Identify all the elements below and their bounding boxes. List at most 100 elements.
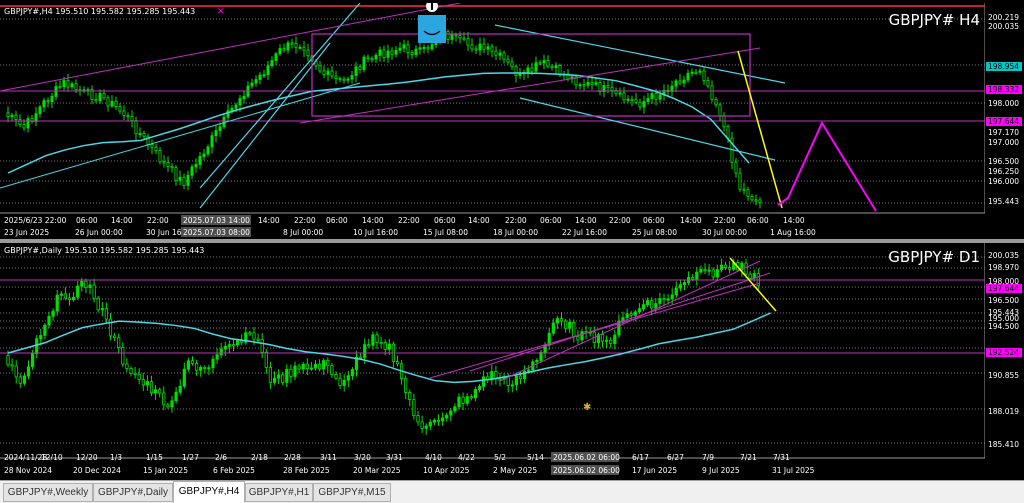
tab-h4[interactable]: GBPJPY#,H4 [173,481,245,503]
tab-h1[interactable]: GBPJPY#,H1 [245,483,313,502]
h4-candle [446,29,450,44]
h4-candle [206,144,210,157]
d1-candle [231,339,236,352]
h4-candle [214,124,218,143]
d1-grid-label: 5/2 [494,453,506,462]
d1-candle [260,333,264,358]
smiley-marker-icon[interactable] [418,15,446,43]
h4-candle [202,148,206,161]
d1-candle [375,331,379,349]
h4-candle [134,116,138,141]
tab-weekly[interactable]: GBPJPY#,Weekly [3,483,93,502]
d1-candle [428,418,432,431]
h4-candle [122,105,126,120]
h4-candle [6,106,10,123]
d1-price-label: 196.500 [988,296,1019,305]
d1-chart-panel[interactable]: GBPJPY#,Daily 195.510 195.582 195.285 19… [0,243,1024,478]
h4-candle [258,71,262,85]
h4-watermark: GBPJPY# H4 [889,11,980,29]
h4-grid-label: 14:00 [575,216,597,225]
d1-candle [346,370,350,387]
d1-candle [449,408,453,422]
h4-candle [138,127,142,138]
h4-drawings [0,3,985,212]
d1-candle [326,357,330,373]
h4-candle [286,40,290,54]
h4-candle [690,68,694,77]
h4-grid-label: 06:00 [643,216,665,225]
h4-candle [306,43,310,62]
h4-candle [346,76,350,84]
d1-price-label: 188.019 [988,407,1019,416]
h4-grid-label: 14:00 [680,216,702,225]
h4-candle [730,131,734,169]
d1-candle [695,267,699,286]
d1-candle [723,261,728,271]
h4-candle [450,30,454,45]
h4-header: GBPJPY#,H4 195.510 195.582 195.285 195.4… [4,7,195,16]
d1-time-label: 28 Nov 2024 [4,466,52,475]
d1-candle [728,261,732,274]
h4-chart[interactable]: GBPJPY#,H4 195.510 195.582 195.285 195.4… [0,3,1024,239]
d1-grid-label: 4/22 [458,453,475,462]
tab-m15[interactable]: GBPJPY#,M15 [313,483,391,502]
d1-candle [14,360,18,384]
h4-candle [294,36,298,54]
d1-candle [404,375,408,400]
h4-price-label: 198.000 [988,99,1019,108]
h4-candle [114,96,118,111]
h4-candle [670,80,674,97]
h4-price-axis: 200.219200.035 198.954 198.332 198.000 197.6… [985,3,1024,239]
h4-grid-label: 22:00 [609,216,631,225]
d1-chart[interactable]: GBPJPY#,Daily 195.510 195.582 195.285 19… [0,243,1024,478]
d1-candle [256,333,260,344]
h4-chart-panel[interactable]: GBPJPY#,H4 195.510 195.582 195.285 195.4… [0,3,1024,239]
bell-icon [426,3,438,12]
h4-candle [162,155,166,168]
h4-candle [582,79,586,91]
h4-candle [370,56,374,63]
d1-candle [699,265,703,275]
h4-candle [522,69,526,80]
h4-candle [110,95,114,109]
d1-price-label: 197.644 [988,284,1019,293]
h4-price-label: 197.170 [988,128,1019,137]
h4-candle [490,43,494,58]
d1-candle [63,287,67,301]
h4-candle [534,56,538,74]
h4-candle [478,37,482,56]
d1-candle [510,380,514,393]
d1-price-axis: 200.035198.970198.000197.644196.500195.4… [985,243,1024,478]
h4-grid-label: 2025/6/23 22:00 [4,216,67,225]
h4-candle [610,80,614,97]
h4-candle [246,81,250,99]
d1-candle [539,349,543,363]
h4-candle [334,70,338,84]
d1-candle [408,389,412,407]
d1-grid-label: 12/20 [76,453,98,462]
d1-candle [715,264,719,281]
h4-candle [578,82,582,90]
h4-price-label: 197.644 [988,117,1019,126]
d1-grid-label: 5/14 [527,453,544,462]
d1-time-label: 31 Jul 2025 [772,466,815,475]
d1-candle [350,367,355,381]
h4-candle [426,44,430,54]
h4-candle [554,62,558,75]
d1-candle [703,263,707,274]
h4-candle [402,39,406,53]
d1-price-label: 200.035 [988,251,1019,260]
tab-daily[interactable]: GBPJPY#,Daily [93,483,173,502]
h4-candle [42,97,46,113]
d1-candle [182,362,186,389]
d1-candle [420,415,424,433]
h4-candle [366,54,370,63]
h4-candle [46,97,50,108]
h4-candle [538,60,542,65]
h4-price-label: 196.250 [988,167,1019,176]
h4-candle [466,31,470,51]
d1-candle [67,292,72,306]
h4-candle [362,54,366,73]
h4-candle [394,46,398,58]
h4-candle [198,151,202,170]
